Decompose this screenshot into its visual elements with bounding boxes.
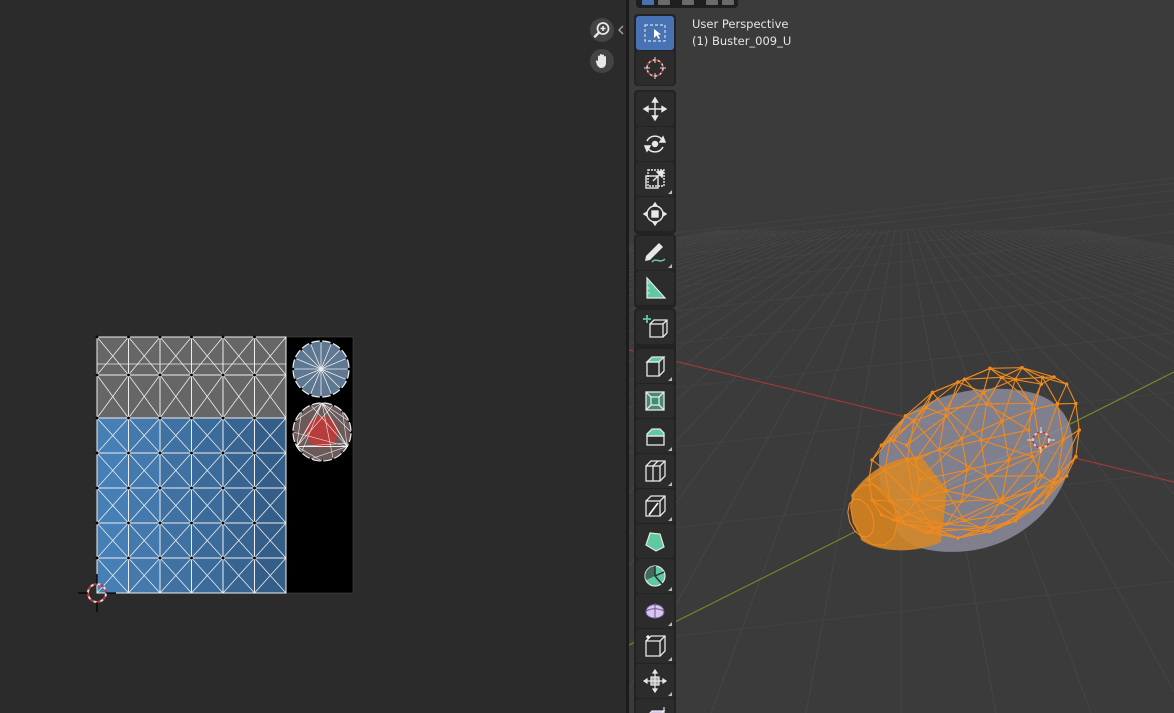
tool-add-cube[interactable] bbox=[636, 310, 674, 344]
extrude-icon bbox=[645, 356, 666, 377]
tool-shrink-fatten[interactable] bbox=[636, 664, 674, 698]
tool-move[interactable] bbox=[636, 92, 674, 126]
tool-select-box[interactable] bbox=[636, 16, 674, 50]
bevel-icon bbox=[646, 428, 665, 446]
active-object-name: (1) Buster_009_U bbox=[692, 34, 792, 48]
header-selection-modes[interactable] bbox=[636, 0, 738, 8]
uv-island-cylinder[interactable] bbox=[95, 335, 287, 594]
shrink-fatten-icon bbox=[642, 668, 668, 694]
poly-build-icon bbox=[645, 532, 665, 552]
mode-button-2[interactable] bbox=[658, 0, 670, 5]
tool-transform[interactable] bbox=[636, 197, 674, 231]
mode-button-4[interactable] bbox=[706, 0, 718, 5]
tool-bevel[interactable] bbox=[636, 419, 674, 453]
tool-poly-build[interactable] bbox=[636, 524, 674, 558]
hand-pan-icon bbox=[595, 54, 606, 68]
tool-spin[interactable] bbox=[636, 559, 674, 593]
uv-island-cap-bottom[interactable] bbox=[291, 401, 353, 463]
smooth-icon bbox=[645, 603, 665, 619]
chevron-left-icon[interactable] bbox=[617, 23, 625, 37]
tool-scale[interactable] bbox=[636, 162, 674, 196]
move-icon bbox=[642, 96, 668, 122]
shear-icon bbox=[649, 707, 666, 713]
transform-icon bbox=[642, 201, 668, 227]
tool-cursor[interactable] bbox=[636, 51, 674, 85]
uv-cap-highlight bbox=[306, 416, 338, 448]
zoom-icon bbox=[593, 22, 610, 38]
zoom-button[interactable] bbox=[590, 18, 614, 42]
tool-rotate[interactable] bbox=[636, 127, 674, 161]
uv-island-cap-top[interactable] bbox=[291, 339, 351, 399]
uv-editor-area[interactable] bbox=[0, 0, 626, 713]
tool-knife[interactable] bbox=[636, 489, 674, 523]
add-cube-icon bbox=[643, 315, 668, 338]
measure-icon bbox=[646, 276, 667, 299]
edge-slide-icon bbox=[645, 635, 666, 657]
rotate-icon bbox=[643, 135, 667, 153]
mode-button-5[interactable] bbox=[722, 0, 734, 5]
cursor-icon bbox=[644, 57, 666, 79]
tool-shelf bbox=[634, 14, 676, 713]
tool-loop-cut[interactable] bbox=[636, 454, 674, 488]
mesh-object-buster[interactable] bbox=[842, 365, 1081, 553]
tool-edge-slide[interactable] bbox=[636, 629, 674, 663]
spin-icon bbox=[644, 565, 666, 587]
scale-icon bbox=[645, 169, 665, 189]
tool-measure[interactable] bbox=[636, 271, 674, 305]
select-box-icon bbox=[644, 24, 666, 42]
annotate-icon bbox=[645, 243, 666, 263]
uv-layout[interactable] bbox=[0, 0, 626, 713]
pan-button[interactable] bbox=[590, 49, 614, 73]
viewport-title: User Perspective bbox=[692, 17, 789, 31]
mode-button-1[interactable] bbox=[642, 0, 654, 5]
mode-button-3[interactable] bbox=[682, 0, 694, 5]
knife-icon bbox=[645, 495, 666, 517]
inset-icon bbox=[645, 391, 665, 411]
loop-cut-icon bbox=[645, 460, 666, 482]
tool-shear[interactable] bbox=[636, 699, 674, 713]
tool-extrude[interactable] bbox=[636, 349, 674, 383]
tool-smooth[interactable] bbox=[636, 594, 674, 628]
tool-annotate[interactable] bbox=[636, 236, 674, 270]
viewport-scene[interactable] bbox=[629, 0, 1174, 713]
tool-inset[interactable] bbox=[636, 384, 674, 418]
3d-viewport[interactable]: User Perspective (1) Buster_009_U bbox=[629, 0, 1174, 713]
viewport-overlay-info: User Perspective (1) Buster_009_U bbox=[692, 16, 791, 50]
